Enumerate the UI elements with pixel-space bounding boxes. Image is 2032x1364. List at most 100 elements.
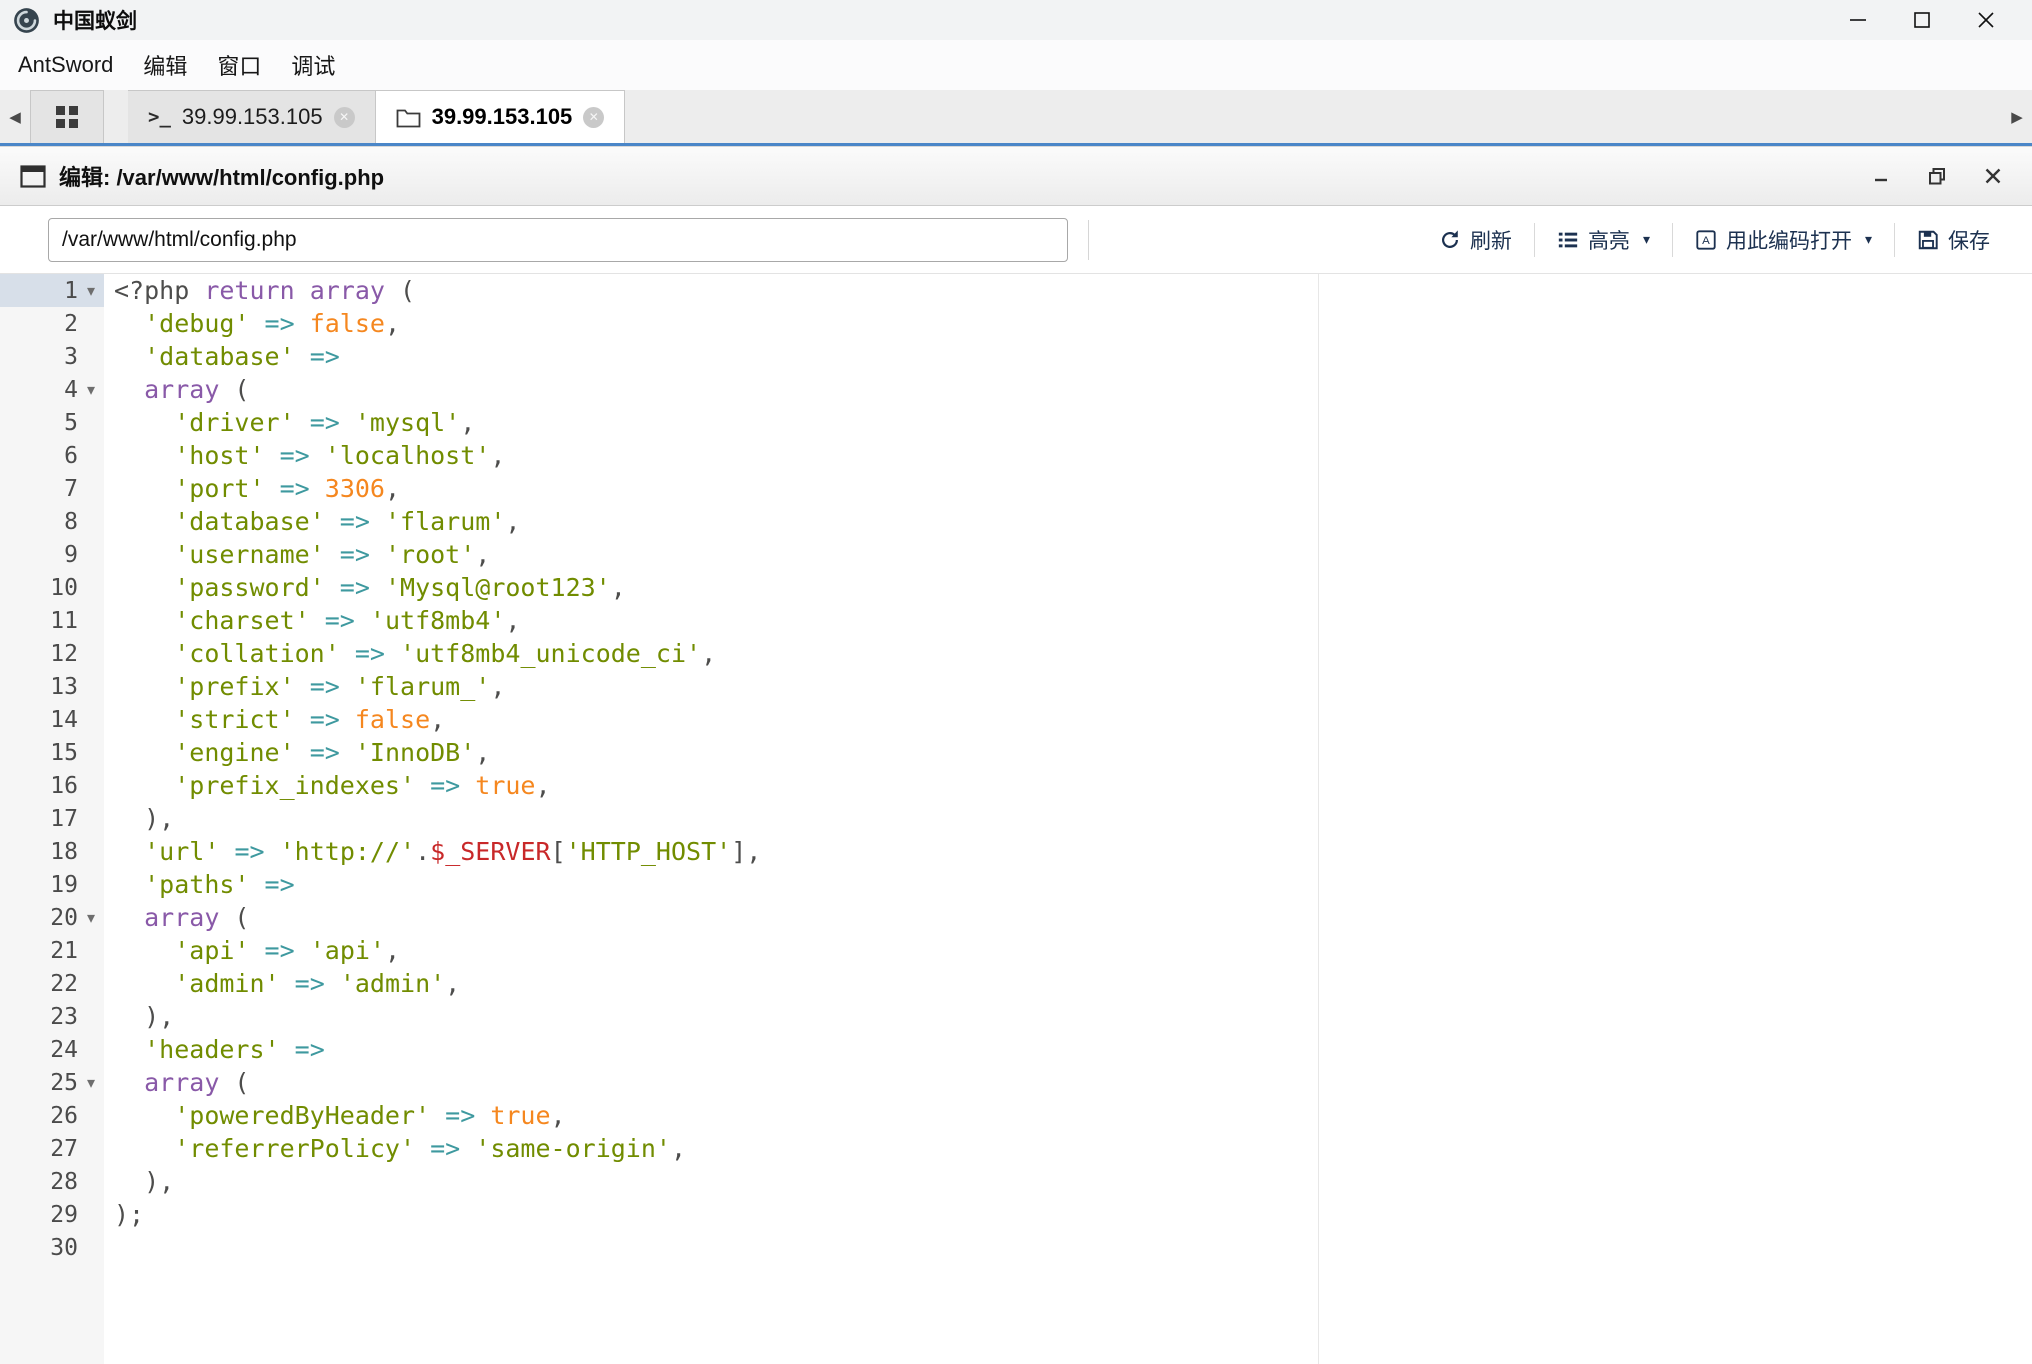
code-line[interactable]: 'database' => 'flarum', xyxy=(114,505,2032,538)
line-number: 22 xyxy=(50,971,78,997)
line-number: 7 xyxy=(64,476,78,502)
code-line[interactable]: array ( xyxy=(114,901,2032,934)
close-icon xyxy=(1975,9,1997,31)
gutter-cell: 16 xyxy=(0,769,104,802)
gutter-cell: 29 xyxy=(0,1198,104,1231)
gutter-cell: 17 xyxy=(0,802,104,835)
line-number: 8 xyxy=(64,509,78,535)
tab-bar-spacer xyxy=(625,90,2002,143)
tab-label: 39.99.153.105 xyxy=(432,104,573,130)
code-line[interactable] xyxy=(114,1231,2032,1264)
toolbar-separator xyxy=(1534,223,1535,257)
code-line[interactable]: 'driver' => 'mysql', xyxy=(114,406,2032,439)
code-line[interactable]: 'strict' => false, xyxy=(114,703,2032,736)
editor-window-titlebar: 编辑: /var/www/html/config.php xyxy=(0,146,2032,206)
code-line[interactable]: array ( xyxy=(114,1066,2032,1099)
open-with-encoding-button[interactable]: A 用此编码打开 ▾ xyxy=(1681,225,1886,255)
line-number: 5 xyxy=(64,410,78,436)
fold-toggle-icon[interactable]: ▾ xyxy=(78,1073,104,1092)
save-label: 保存 xyxy=(1948,225,1990,255)
line-number: 2 xyxy=(64,311,78,337)
line-number: 15 xyxy=(50,740,78,766)
code-line[interactable]: ), xyxy=(114,802,2032,835)
line-number: 9 xyxy=(64,542,78,568)
line-number: 30 xyxy=(50,1235,78,1261)
caret-down-icon: ▾ xyxy=(1865,231,1872,248)
minimize-icon xyxy=(1871,166,1891,186)
toolbar-separator xyxy=(1088,220,1089,260)
gutter-cell: 19 xyxy=(0,868,104,901)
code-line[interactable]: 'paths' => xyxy=(114,868,2032,901)
menu-item-edit[interactable]: 编辑 xyxy=(128,49,202,81)
gutter-cell: 8 xyxy=(0,505,104,538)
code-line[interactable]: 'port' => 3306, xyxy=(114,472,2032,505)
menu-item-debug[interactable]: 调试 xyxy=(276,49,350,81)
tab-file-manager[interactable]: 39.99.153.105 ✕ xyxy=(376,90,626,143)
editor-toolbar: 刷新 高亮 ▾ A 用此编码打开 ▾ 保存 xyxy=(0,206,2032,274)
gutter-cell: 24 xyxy=(0,1033,104,1066)
line-number: 1 xyxy=(64,278,78,304)
editor-close-button[interactable] xyxy=(1980,163,2006,189)
code-line[interactable]: 'password' => 'Mysql@root123', xyxy=(114,571,2032,604)
line-number: 20 xyxy=(50,905,78,931)
fold-toggle-icon[interactable]: ▾ xyxy=(78,908,104,927)
gutter-cell: 13 xyxy=(0,670,104,703)
code-line[interactable]: ), xyxy=(114,1165,2032,1198)
tab-scroll-right-button[interactable]: ▶ xyxy=(2002,90,2032,143)
tab-close-icon[interactable]: ✕ xyxy=(583,107,604,128)
code-line[interactable]: array ( xyxy=(114,373,2032,406)
tab-label: 39.99.153.105 xyxy=(182,104,323,130)
fold-toggle-icon[interactable]: ▾ xyxy=(78,281,104,300)
code-line[interactable]: 'username' => 'root', xyxy=(114,538,2032,571)
window-controls xyxy=(1826,0,2032,40)
maximize-button[interactable] xyxy=(1890,0,1954,40)
refresh-button[interactable]: 刷新 xyxy=(1425,225,1526,255)
highlight-button[interactable]: 高亮 ▾ xyxy=(1543,225,1664,255)
code-line[interactable]: 'api' => 'api', xyxy=(114,934,2032,967)
close-button[interactable] xyxy=(1954,0,2018,40)
line-number: 4 xyxy=(64,377,78,403)
save-button[interactable]: 保存 xyxy=(1903,225,2004,255)
line-number: 23 xyxy=(50,1004,78,1030)
grid-icon xyxy=(56,106,78,128)
line-number: 28 xyxy=(50,1169,78,1195)
menu-item-window[interactable]: 窗口 xyxy=(202,49,276,81)
code-line[interactable]: 'poweredByHeader' => true, xyxy=(114,1099,2032,1132)
gutter-cell: 26 xyxy=(0,1099,104,1132)
code-line[interactable]: ); xyxy=(114,1198,2032,1231)
line-number: 18 xyxy=(50,839,78,865)
tab-scroll-left-button[interactable]: ◀ xyxy=(0,90,30,143)
code-line[interactable]: 'admin' => 'admin', xyxy=(114,967,2032,1000)
code-line[interactable]: 'headers' => xyxy=(114,1033,2032,1066)
svg-text:A: A xyxy=(1702,235,1710,247)
editor-window-controls xyxy=(1868,163,2012,189)
tab-terminal[interactable]: >_ 39.99.153.105 ✕ xyxy=(128,90,376,143)
code-line[interactable]: 'charset' => 'utf8mb4', xyxy=(114,604,2032,637)
code-line[interactable]: <?php return array ( xyxy=(114,274,2032,307)
code-line[interactable]: 'prefix_indexes' => true, xyxy=(114,769,2032,802)
code-line[interactable]: 'prefix' => 'flarum_', xyxy=(114,670,2032,703)
tab-close-icon[interactable]: ✕ xyxy=(334,107,355,128)
window-icon xyxy=(20,165,46,188)
line-number: 27 xyxy=(50,1136,78,1162)
modules-grid-tab[interactable] xyxy=(30,90,104,143)
code-line[interactable]: 'url' => 'http://'.$_SERVER['HTTP_HOST']… xyxy=(114,835,2032,868)
code-line[interactable]: ), xyxy=(114,1000,2032,1033)
file-path-input[interactable] xyxy=(48,218,1068,262)
gutter-cell: 30 xyxy=(0,1231,104,1264)
code-line[interactable]: 'referrerPolicy' => 'same-origin', xyxy=(114,1132,2032,1165)
gutter-cell: 20▾ xyxy=(0,901,104,934)
code-line[interactable]: 'database' => xyxy=(114,340,2032,373)
code-line[interactable]: 'engine' => 'InnoDB', xyxy=(114,736,2032,769)
line-number: 10 xyxy=(50,575,78,601)
editor-restore-button[interactable] xyxy=(1924,163,1950,189)
line-number: 25 xyxy=(50,1070,78,1096)
minimize-button[interactable] xyxy=(1826,0,1890,40)
fold-toggle-icon[interactable]: ▾ xyxy=(78,380,104,399)
code-line[interactable]: 'collation' => 'utf8mb4_unicode_ci', xyxy=(114,637,2032,670)
code-line[interactable]: 'debug' => false, xyxy=(114,307,2032,340)
editor-minimize-button[interactable] xyxy=(1868,163,1894,189)
code-line[interactable]: 'host' => 'localhost', xyxy=(114,439,2032,472)
encoding-icon: A xyxy=(1695,229,1717,251)
menu-item-antsword[interactable]: AntSword xyxy=(3,52,128,78)
